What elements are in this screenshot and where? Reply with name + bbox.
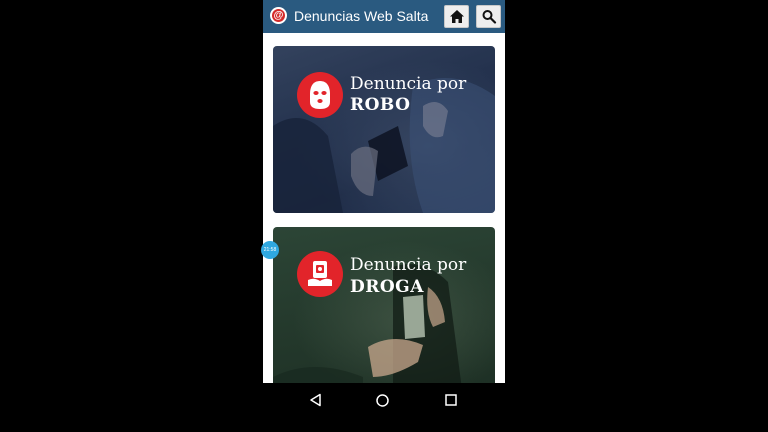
content-area: Denuncia por ROBO Denuncia por DROGA — [263, 33, 505, 383]
robo-title-line2: ROBO — [350, 95, 411, 115]
recents-icon[interactable] — [444, 393, 458, 407]
droga-title-line2: DROGA — [350, 277, 424, 297]
balaclava-icon — [310, 81, 330, 109]
robo-badge — [297, 72, 343, 118]
robo-title-line1: Denuncia por — [350, 74, 467, 94]
app-logo: @ — [270, 7, 287, 24]
screen: @ Denuncias Web Salta Denuncia por ROBO … — [0, 0, 768, 432]
drug-photo — [273, 264, 462, 383]
search-button[interactable] — [476, 5, 501, 28]
back-icon[interactable] — [309, 393, 323, 407]
phone-screen: @ Denuncias Web Salta Denuncia por ROBO … — [263, 0, 505, 432]
card-robo[interactable]: Denuncia por ROBO — [273, 46, 495, 213]
home-icon — [450, 10, 464, 23]
app-bar: @ Denuncias Web Salta — [263, 0, 505, 33]
floating-bubble[interactable]: 21:58 — [261, 241, 279, 259]
search-icon — [482, 10, 497, 24]
robbery-photo — [273, 46, 495, 213]
droga-title-line1: Denuncia por — [350, 255, 467, 275]
app-logo-glyph: @ — [272, 9, 285, 22]
app-title: Denuncias Web Salta — [294, 8, 429, 24]
system-nav-bar — [263, 383, 505, 432]
card-droga[interactable]: Denuncia por DROGA — [273, 227, 495, 383]
home-circle-icon[interactable] — [375, 393, 390, 408]
droga-badge — [297, 251, 343, 297]
home-button[interactable] — [444, 5, 469, 28]
drug-package-icon — [308, 261, 332, 286]
